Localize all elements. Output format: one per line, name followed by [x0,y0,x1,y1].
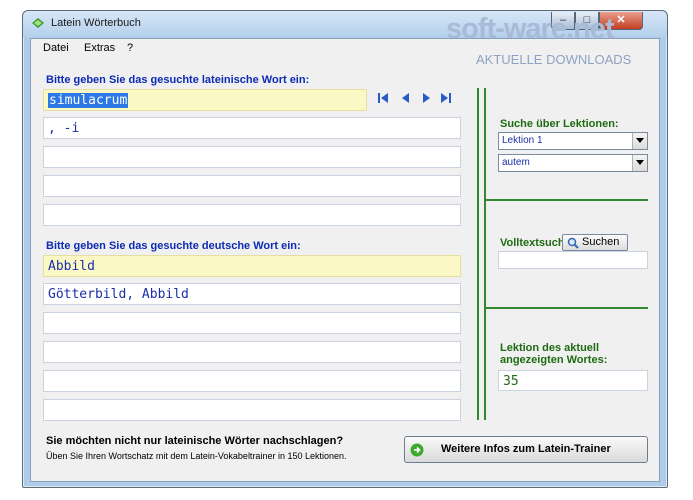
latin-result-4[interactable] [43,204,461,226]
lesson-select-value: Lektion 1 [502,135,543,146]
footer-subtext: Üben Sie Ihren Wortschatz mit dem Latein… [46,451,347,461]
last-icon[interactable] [440,91,452,105]
german-result-2[interactable] [43,312,461,334]
divider-horizontal-1 [484,199,648,201]
footer-question: Sie möchten nicht nur lateinische Wörter… [46,435,344,447]
arrow-right-icon [410,443,424,457]
german-label: Bitte geben Sie das gesuchte deutsche Wo… [46,240,301,252]
german-result-4[interactable] [43,370,461,392]
next-icon[interactable] [420,91,432,105]
latin-input-text: simulacrum [48,93,129,108]
latin-result-3[interactable] [43,175,461,197]
german-input[interactable]: Abbild [43,255,461,277]
latin-input[interactable]: simulacrum [43,89,367,111]
divider-vertical-right [484,88,486,420]
german-result-1[interactable]: Götterbild, Abbild [43,283,461,305]
current-lesson-label-2: angezeigten Wortes: [500,354,608,366]
divider-vertical-left [477,88,479,420]
close-button[interactable]: ✕ [599,12,643,30]
latin-result-1[interactable]: , -i [43,117,461,139]
latin-result-2[interactable] [43,146,461,168]
word-select[interactable]: autem [498,154,648,172]
menu-datei[interactable]: Datei [43,42,69,54]
latin-label: Bitte geben Sie das gesuchte lateinische… [46,74,310,86]
more-info-button-label: Weitere Infos zum Latein-Trainer [441,443,611,455]
divider-horizontal-2 [484,307,648,309]
current-lesson-value: 35 [498,370,648,391]
more-info-button[interactable]: Weitere Infos zum Latein-Trainer [404,436,648,463]
german-result-5[interactable] [43,399,461,421]
title-bar[interactable]: Latein Wörterbuch – □ ✕ [23,11,667,37]
window-title: Latein Wörterbuch [51,17,141,29]
prev-icon[interactable] [400,91,412,105]
menu-extras[interactable]: Extras [84,42,115,54]
search-icon [567,237,579,249]
first-icon[interactable] [377,91,389,105]
chevron-down-icon[interactable] [632,133,647,149]
book-icon [32,18,44,28]
chevron-down-icon[interactable] [632,155,647,171]
maximize-button[interactable]: □ [575,12,599,30]
menu-help[interactable]: ? [127,42,133,54]
lesson-select[interactable]: Lektion 1 [498,132,648,150]
search-button[interactable]: Suchen [562,234,628,251]
lesson-search-label: Suche über Lektionen: [500,118,619,130]
word-select-value: autem [502,157,530,168]
current-lesson-label-1: Lektion des aktuell [500,342,600,354]
german-result-3[interactable] [43,341,461,363]
fulltext-input[interactable] [498,251,648,269]
minimize-button[interactable]: – [551,12,575,30]
search-button-label: Suchen [582,236,620,248]
